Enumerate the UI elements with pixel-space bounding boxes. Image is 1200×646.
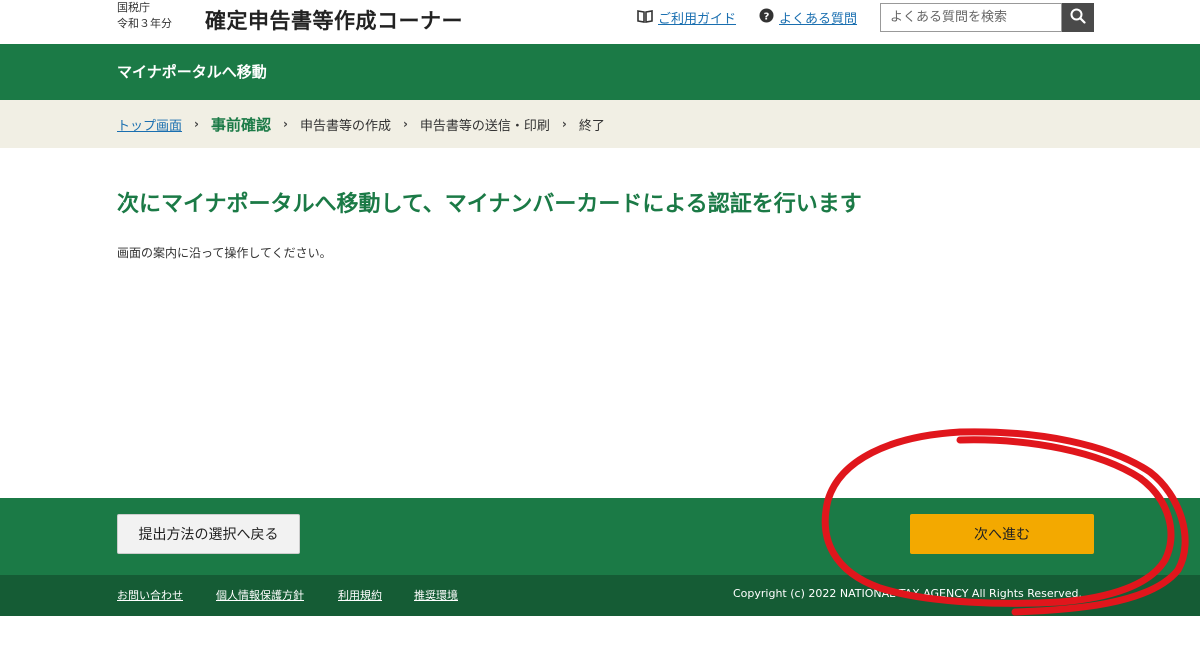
copyright-text: Copyright (c) 2022 NATIONAL TAX AGENCY A…	[733, 587, 1082, 600]
back-button[interactable]: 提出方法の選択へ戻る	[117, 514, 300, 554]
page-banner: マイナポータルへ移動	[0, 44, 1200, 100]
breadcrumb-step-send: 申告書等の送信・印刷	[419, 118, 550, 134]
svg-text:?: ?	[764, 12, 770, 23]
footer-link-terms[interactable]: 利用規約	[338, 587, 382, 603]
book-icon	[637, 9, 653, 27]
site-header: 国税庁 令和３年分 確定申告書等作成コーナー ご利用ガイド ? よくある質問	[0, 0, 1200, 44]
chevron-right-icon: ›	[561, 117, 567, 131]
guide-link-label: ご利用ガイド	[658, 12, 737, 27]
next-button[interactable]: 次へ進む	[910, 514, 1094, 554]
tax-year: 令和３年分	[117, 17, 172, 30]
page-title: マイナポータルへ移動	[117, 63, 267, 81]
faq-link-label: よくある質問	[779, 12, 858, 27]
site-title[interactable]: 確定申告書等作成コーナー	[205, 5, 463, 35]
search-button[interactable]	[1062, 3, 1094, 32]
chevron-right-icon: ›	[282, 117, 288, 131]
breadcrumb: トップ画面 › 事前確認 › 申告書等の作成 › 申告書等の送信・印刷 › 終了	[0, 100, 1200, 148]
guide-link[interactable]: ご利用ガイド	[637, 8, 736, 27]
faq-search-input[interactable]	[880, 3, 1062, 32]
breadcrumb-step-create: 申告書等の作成	[299, 118, 391, 134]
agency-name: 国税庁	[117, 1, 150, 14]
instruction-text: 画面の案内に沿って操作してください。	[117, 246, 332, 260]
breadcrumb-current-step: 事前確認	[210, 115, 271, 134]
breadcrumb-step-end: 終了	[578, 118, 605, 134]
footer-link-privacy[interactable]: 個人情報保護方針	[216, 587, 304, 603]
footer-link-environment[interactable]: 推奨環境	[414, 587, 458, 603]
action-bar: 提出方法の選択へ戻る 次へ進む	[0, 498, 1200, 575]
footer-link-contact[interactable]: お問い合わせ	[117, 587, 183, 603]
breadcrumb-top-link[interactable]: トップ画面	[117, 115, 182, 134]
chevron-right-icon: ›	[402, 117, 408, 131]
faq-link[interactable]: ? よくある質問	[759, 8, 857, 27]
search-icon	[1070, 8, 1086, 27]
main-heading: 次にマイナポータルへ移動して、マイナンバーカードによる認証を行います	[117, 192, 862, 217]
question-icon: ?	[759, 8, 774, 27]
chevron-right-icon: ›	[194, 117, 199, 131]
site-footer: お問い合わせ 個人情報保護方針 利用規約 推奨環境 Copyright (c) …	[0, 575, 1200, 616]
